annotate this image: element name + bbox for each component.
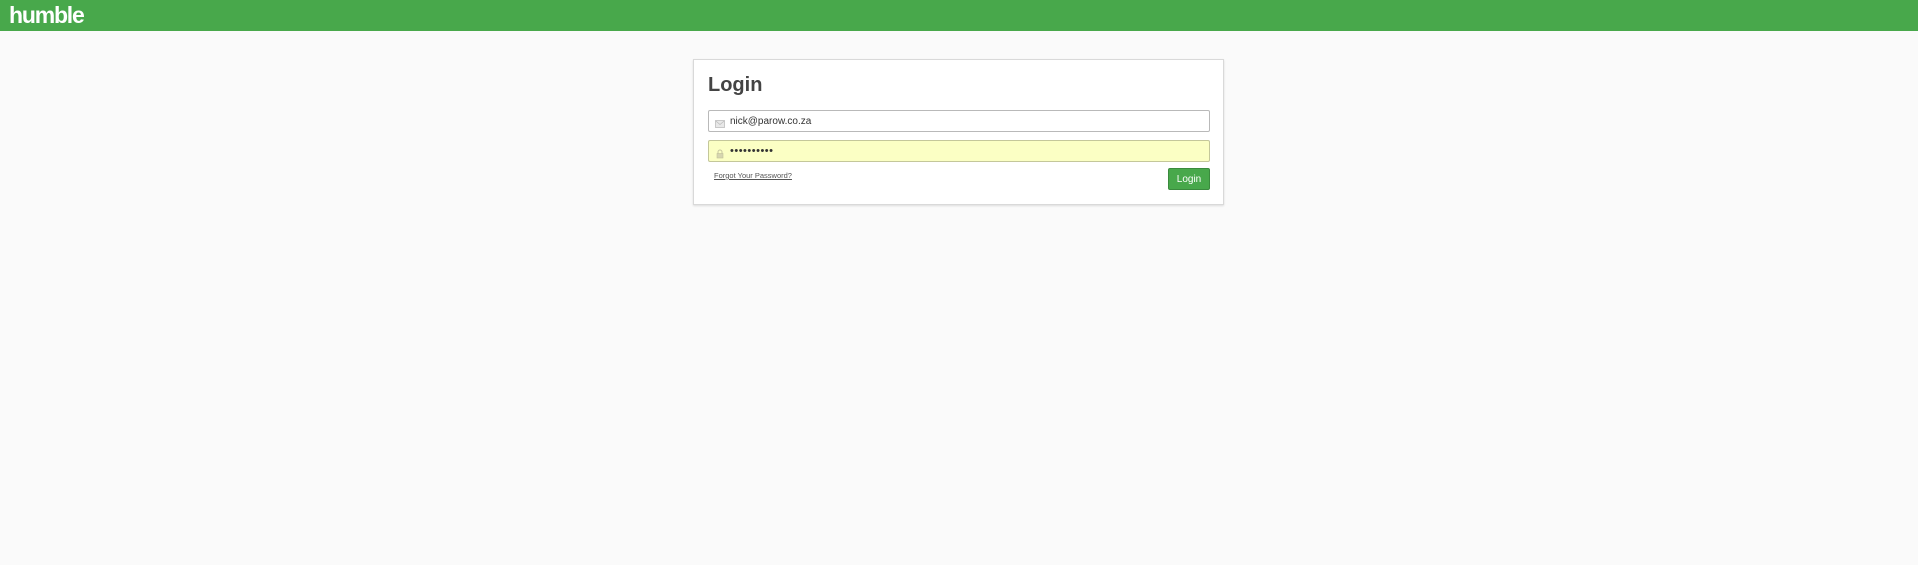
forgot-password-link[interactable]: Forgot Your Password? [714, 171, 792, 180]
email-field-container[interactable] [708, 110, 1210, 132]
login-title: Login [708, 74, 763, 96]
lock-icon [715, 146, 725, 159]
top-nav-bar: humble [0, 0, 1918, 31]
login-button[interactable]: Login [1168, 168, 1210, 190]
email-input[interactable] [730, 111, 1200, 131]
envelope-icon [715, 116, 725, 128]
login-card: Login Forgot Your Password? Login [693, 59, 1224, 205]
password-input[interactable] [730, 141, 1200, 161]
humble-logo[interactable]: humble [9, 1, 85, 29]
password-field-container[interactable] [708, 140, 1210, 162]
